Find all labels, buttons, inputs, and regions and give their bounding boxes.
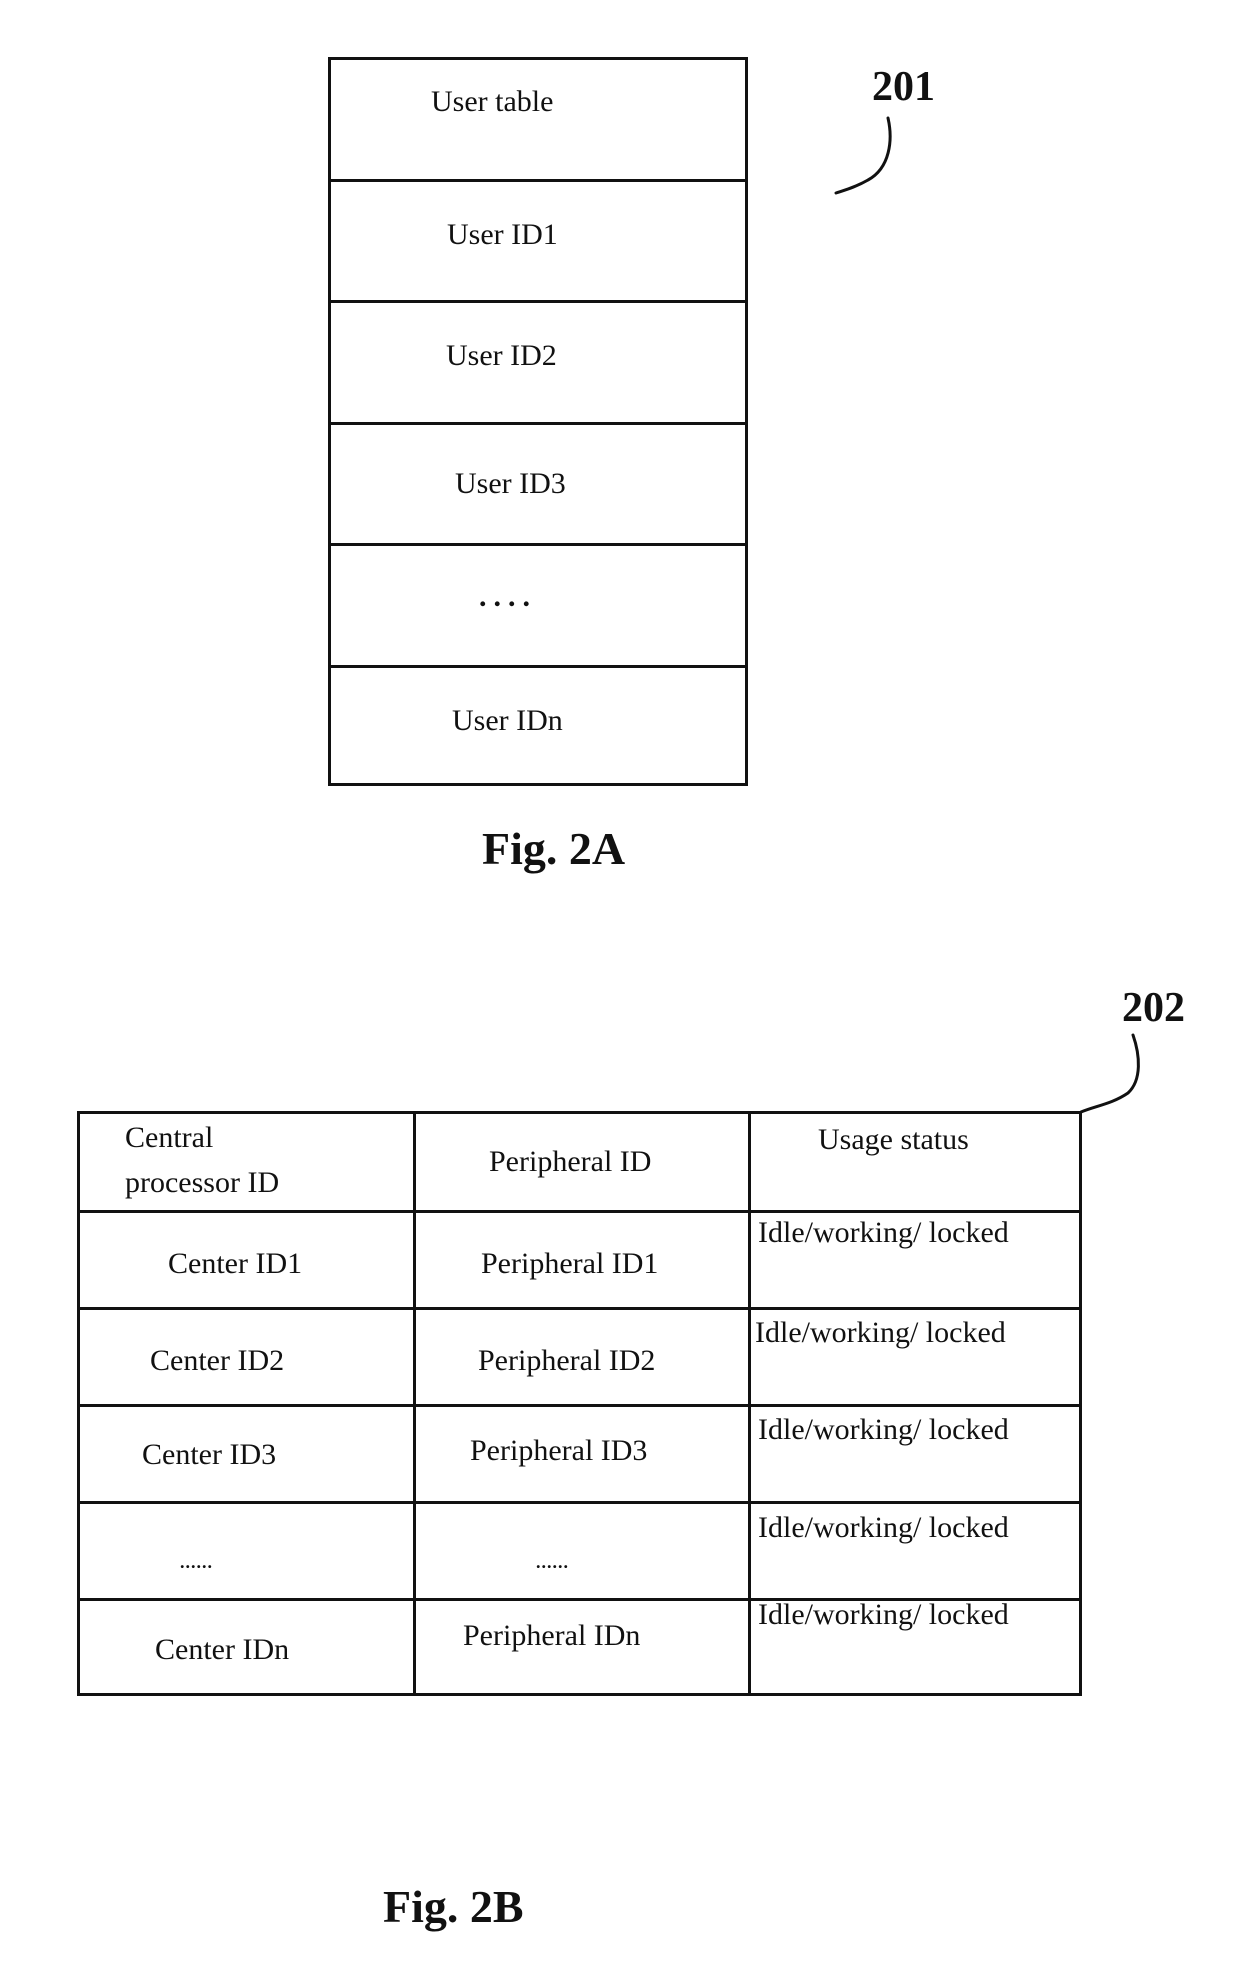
user-table-header-row: User table xyxy=(331,60,745,182)
user-table-row: User IDn xyxy=(331,668,745,786)
leader-line-202 xyxy=(1079,1033,1140,1114)
usage-status-cell: Idle/working/ locked xyxy=(758,1598,1009,1631)
header-central-processor-line2: processor ID xyxy=(125,1166,280,1199)
figure-caption-2b: Fig. 2B xyxy=(383,1881,524,1932)
center-id-cell: Center IDn xyxy=(155,1633,290,1666)
user-table-title: User table xyxy=(431,85,554,118)
row-divider xyxy=(80,1210,1079,1213)
peripheral-id-cell: Peripheral ID3 xyxy=(470,1434,648,1467)
reference-number-202: 202 xyxy=(1122,985,1185,1031)
user-id-cell: User ID3 xyxy=(455,467,566,500)
peripheral-id-cell: Peripheral IDn xyxy=(463,1619,641,1652)
user-table: User table User ID1 User ID2 User ID3 ..… xyxy=(328,57,748,786)
center-id-cell: Center ID1 xyxy=(168,1247,303,1280)
user-id-cell: User IDn xyxy=(452,704,563,737)
header-usage-status: Usage status xyxy=(818,1123,969,1156)
user-table-row: User ID3 xyxy=(331,425,745,546)
header-central-processor-line1: Central xyxy=(125,1121,214,1154)
row-divider xyxy=(80,1501,1079,1504)
usage-status-cell: Idle/working/ locked xyxy=(758,1511,1009,1544)
usage-status-cell: Idle/working/ locked xyxy=(758,1413,1009,1446)
ellipsis-cell: ...... xyxy=(180,1552,213,1572)
ellipsis-cell: ...... xyxy=(536,1552,569,1572)
ellipsis-cell: .... xyxy=(479,580,537,613)
usage-status-cell: Idle/working/ locked xyxy=(755,1316,1006,1349)
leader-line-201 xyxy=(834,116,892,195)
peripheral-id-cell: Peripheral ID1 xyxy=(481,1247,659,1280)
usage-status-cell: Idle/working/ locked xyxy=(758,1216,1009,1249)
user-id-cell: User ID2 xyxy=(446,339,557,372)
user-table-row: .... xyxy=(331,546,745,668)
user-table-row: User ID1 xyxy=(331,182,745,303)
header-peripheral-id: Peripheral ID xyxy=(489,1145,652,1178)
peripheral-id-cell: Peripheral ID2 xyxy=(478,1344,656,1377)
center-id-cell: Center ID3 xyxy=(142,1438,277,1471)
user-table-row: User ID2 xyxy=(331,303,745,425)
reference-number-201: 201 xyxy=(872,64,935,110)
row-divider xyxy=(80,1404,1079,1407)
user-id-cell: User ID1 xyxy=(447,218,558,251)
figure-caption-2a: Fig. 2A xyxy=(482,823,626,874)
row-divider xyxy=(80,1307,1079,1310)
center-id-cell: Center ID2 xyxy=(150,1344,285,1377)
device-status-table: Central processor ID Peripheral ID Usage… xyxy=(77,1111,1082,1696)
